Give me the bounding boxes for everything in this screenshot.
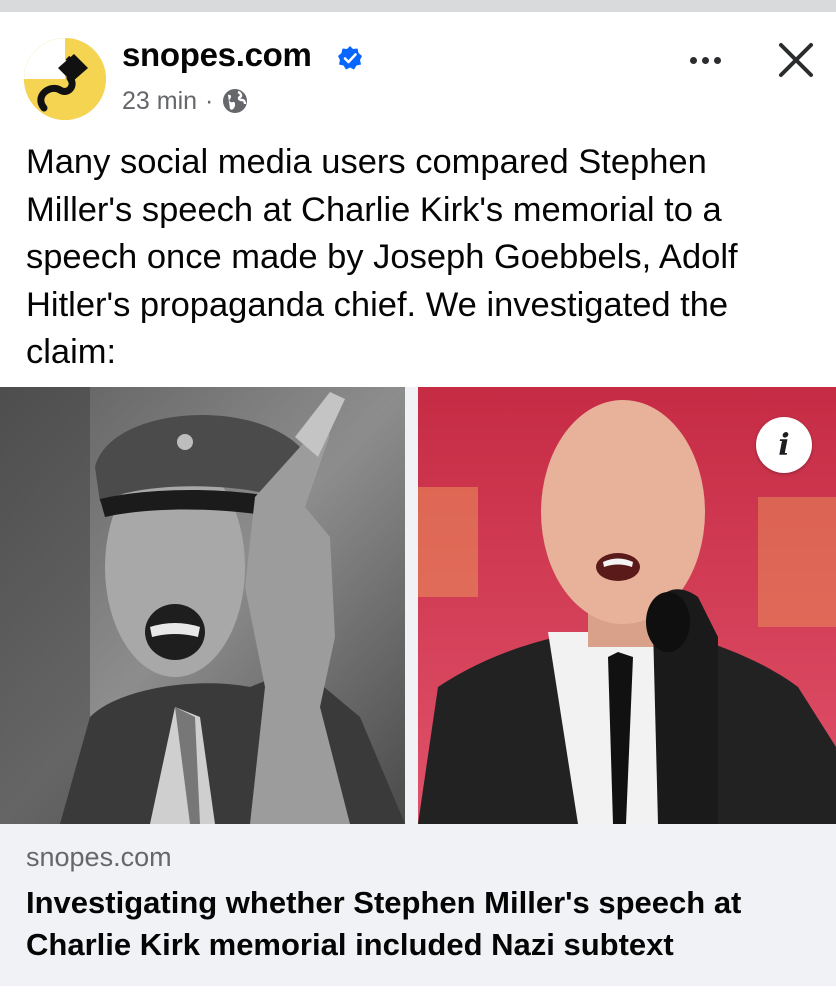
link-preview-card[interactable]: snopes.com Investigating whether Stephen… — [0, 824, 836, 986]
more-options-icon[interactable] — [676, 40, 734, 80]
photo-miller[interactable]: i — [418, 387, 836, 824]
post-media[interactable]: i — [0, 387, 836, 824]
post-header: snopes.com 23 min · — [0, 14, 836, 124]
close-icon[interactable] — [770, 34, 822, 86]
info-icon[interactable]: i — [756, 417, 812, 473]
link-title[interactable]: Investigating whether Stephen Miller's s… — [26, 882, 816, 966]
globe-icon — [223, 89, 248, 113]
meta-separator: · — [205, 86, 214, 115]
post-timestamp[interactable]: 23 min — [122, 87, 197, 116]
post-footer-gap — [0, 986, 836, 1000]
post-message: Many social media users compared Stephen… — [26, 143, 738, 371]
feed-post: snopes.com 23 min · Many social media us… — [0, 14, 836, 1000]
more-dot — [713, 56, 721, 64]
more-dot — [689, 56, 697, 64]
photo-goebbels[interactable] — [0, 387, 405, 824]
page-avatar[interactable] — [24, 38, 106, 120]
post-meta: 23 min · — [122, 86, 249, 116]
more-dot — [701, 56, 709, 64]
black-white-photo — [0, 387, 405, 824]
top-divider — [0, 0, 836, 12]
verified-badge-icon — [338, 46, 362, 70]
snopes-logo-icon — [24, 38, 106, 120]
page-name[interactable]: snopes.com — [122, 36, 312, 74]
link-domain: snopes.com — [26, 842, 172, 872]
